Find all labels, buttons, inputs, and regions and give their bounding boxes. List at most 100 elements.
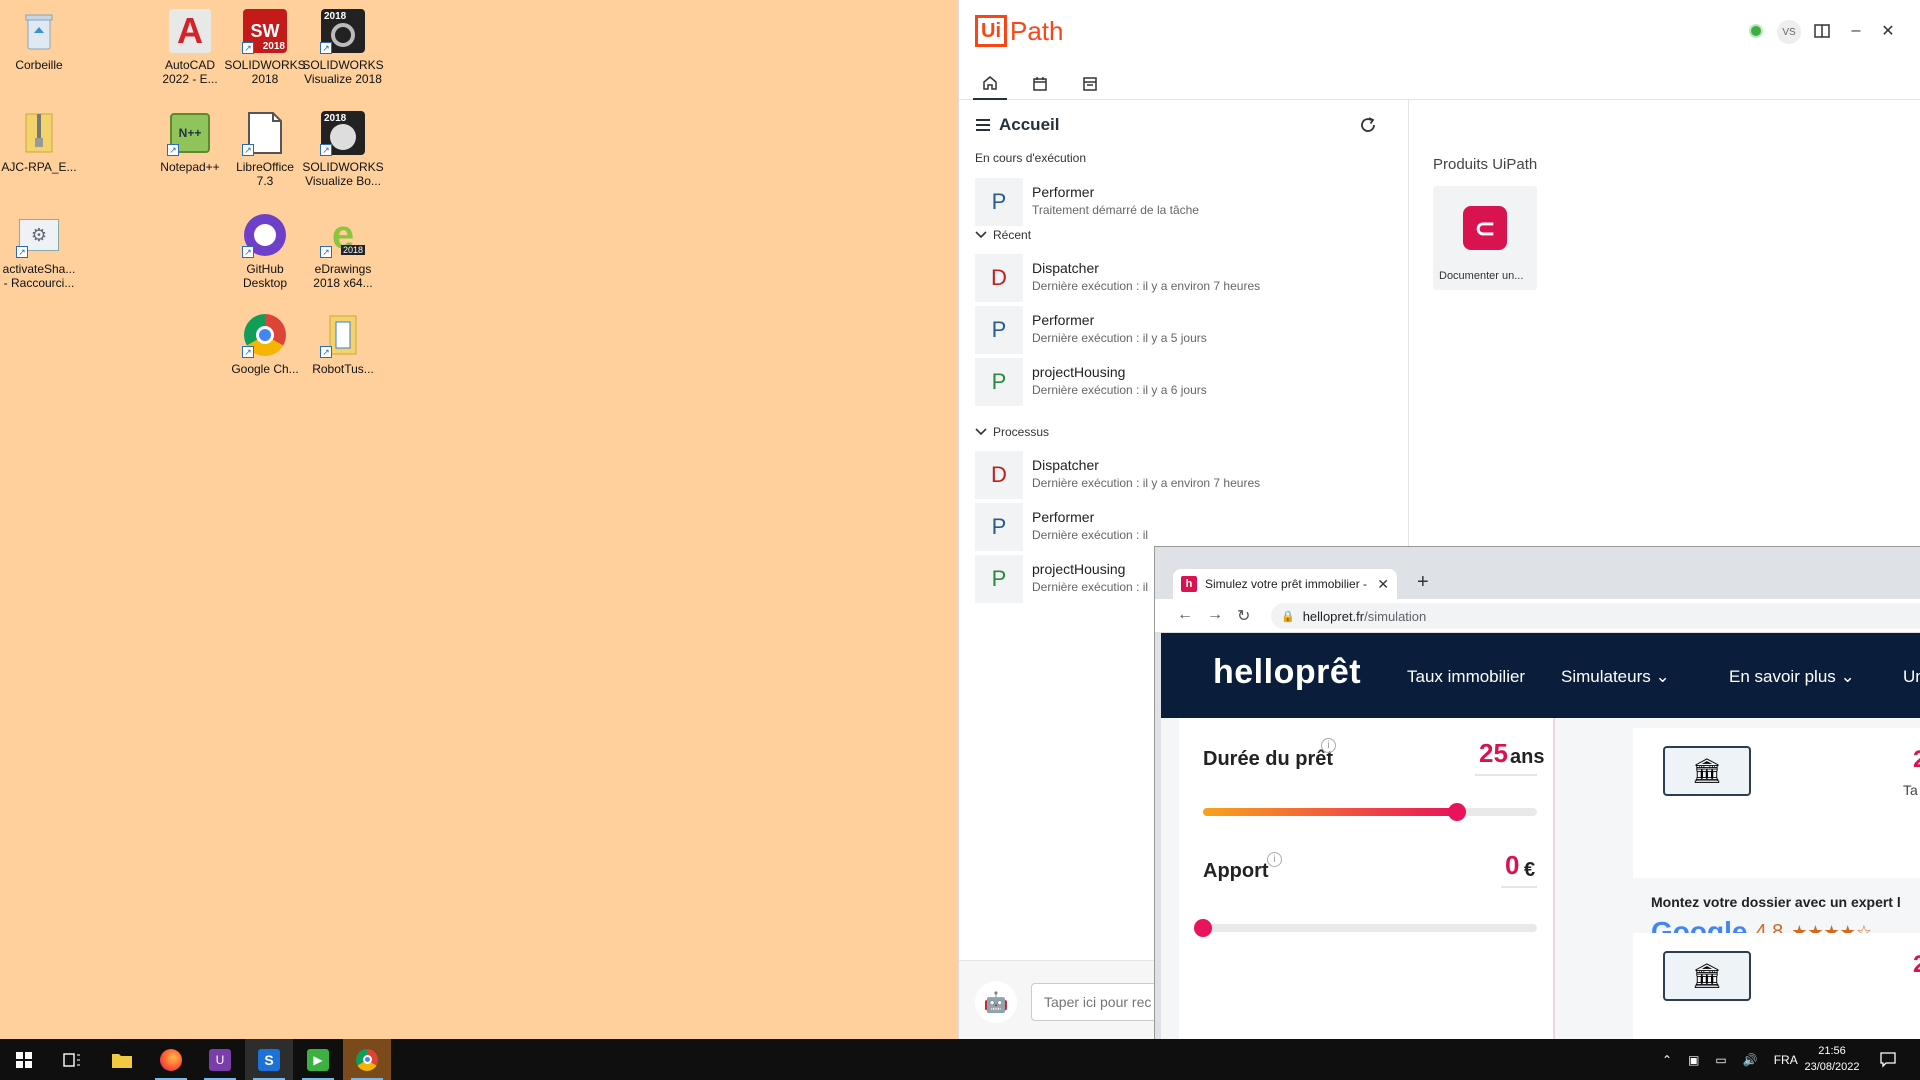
- taskbar-chrome[interactable]: [343, 1039, 391, 1080]
- close-button[interactable]: ✕: [1877, 20, 1899, 42]
- bot-avatar-icon[interactable]: 🤖: [975, 981, 1017, 1023]
- year-badge: 2018: [324, 113, 347, 124]
- taskbar-robot-app[interactable]: ▶: [294, 1039, 342, 1080]
- task-view-button[interactable]: [48, 1039, 96, 1080]
- network-icon[interactable]: ▭: [1715, 1053, 1726, 1067]
- duration-slider[interactable]: [1203, 803, 1537, 821]
- firefox-icon: [160, 1048, 182, 1071]
- address-bar[interactable]: 🔒 hellopret.fr/simulation: [1271, 603, 1920, 629]
- desktop-icon-recycle-bin[interactable]: Corbeille: [0, 8, 78, 72]
- process-avatar: P: [975, 503, 1023, 551]
- desktop-icon-libreoffice[interactable]: ↗ LibreOffice 7.3: [226, 110, 304, 188]
- product-card[interactable]: ⊂ Documenter un...: [1433, 186, 1537, 290]
- nav-link-label: Simulateurs: [1561, 667, 1651, 686]
- nav-link-en-savoir-plus[interactable]: En savoir plus ⌄: [1729, 667, 1855, 687]
- nav-link-uni[interactable]: Uni: [1903, 667, 1920, 687]
- info-icon[interactable]: i: [1321, 738, 1336, 753]
- taskbar: U S ▶ ⌃ ▣ ▭ 🔊 FRA 21:56 23/08/2022: [0, 1039, 1920, 1080]
- desktop-icon-autocad[interactable]: A AutoCAD 2022 - E...: [151, 8, 229, 86]
- bank-offer-card[interactable]: 🏛 2 Ta: [1633, 728, 1920, 878]
- url-path: /simulation: [1364, 608, 1427, 624]
- dock-layout-button[interactable]: [1811, 20, 1833, 42]
- hamburger-menu-button[interactable]: [975, 118, 991, 137]
- nav-link-taux[interactable]: Taux immobilier: [1407, 667, 1525, 687]
- desktop-icon-activatesha[interactable]: ⚙ ↗ activateSha... - Raccourci...: [0, 212, 78, 290]
- edrawings-icon: e 2018 ↗: [320, 212, 366, 258]
- user-avatar[interactable]: VS: [1777, 20, 1801, 44]
- taskbar-firefox[interactable]: [147, 1039, 195, 1080]
- tab-calendar[interactable]: [1023, 68, 1057, 100]
- chrome-icon: ↗: [242, 312, 288, 358]
- desktop-icon-sw-visualize-boost[interactable]: 2018 ↗ SOLIDWORKS Visualize Bo...: [302, 110, 384, 188]
- notifications-button[interactable]: [1864, 1039, 1912, 1080]
- value-underline: [1501, 886, 1537, 888]
- desktop: Corbeille A AutoCAD 2022 - E... SW 2018 …: [0, 0, 958, 1039]
- desktop-icon-robottus[interactable]: ↗ RobotTus...: [304, 312, 382, 376]
- minimize-button[interactable]: –: [1845, 20, 1867, 42]
- list-item[interactable]: P projectHousing Dernière exécution : il…: [975, 358, 1395, 406]
- desktop-icon-edrawings[interactable]: e 2018 ↗ eDrawings 2018 x64...: [304, 212, 382, 291]
- desktop-icon-notepadpp[interactable]: N++ ↗ Notepad++: [151, 110, 229, 174]
- start-button[interactable]: [0, 1039, 48, 1080]
- new-tab-button[interactable]: +: [1417, 571, 1429, 594]
- desktop-icon-ajc-rpa[interactable]: AJC-RPA_E...: [0, 110, 78, 174]
- tab-home[interactable]: [973, 68, 1007, 100]
- connection-status-icon[interactable]: [1749, 24, 1763, 38]
- apport-unit: €: [1524, 859, 1536, 881]
- desktop-icon-label: SOLIDWORKS Visualize Bo...: [302, 160, 384, 188]
- process-name: Performer: [1032, 312, 1095, 328]
- list-item[interactable]: P Performer Traitement démarré de la tâc…: [975, 178, 1395, 226]
- clock[interactable]: 21:56 23/08/2022: [1800, 1043, 1864, 1075]
- taskbar-uipath-studio[interactable]: U: [196, 1039, 244, 1080]
- store-icon: [1083, 77, 1097, 91]
- desktop-icon-label: eDrawings 2018 x64...: [313, 262, 373, 290]
- meet-now-icon[interactable]: ▣: [1688, 1053, 1699, 1067]
- back-arrow-icon[interactable]: ←: [1177, 606, 1193, 624]
- hellopret-logo[interactable]: helloprêt: [1213, 653, 1361, 692]
- apport-slider-thumb[interactable]: [1194, 919, 1212, 937]
- offer-number: 2: [1913, 951, 1920, 979]
- desktop-icon-solidworks[interactable]: SW 2018 ↗ SOLIDWORKS 2018: [224, 8, 306, 86]
- duration-slider-thumb[interactable]: [1447, 803, 1466, 821]
- menu-icon: [976, 119, 990, 131]
- close-tab-icon[interactable]: ✕: [1377, 576, 1389, 593]
- duration-unit: ans: [1510, 746, 1545, 768]
- apport-value[interactable]: 0: [1505, 850, 1519, 881]
- zip-folder-icon: [16, 110, 62, 156]
- language-indicator[interactable]: FRA: [1774, 1053, 1798, 1067]
- nav-link-simulateurs[interactable]: Simulateurs ⌄: [1561, 667, 1670, 687]
- taskbar-uipath-assistant[interactable]: S: [245, 1039, 293, 1080]
- volume-icon[interactable]: 🔊: [1743, 1053, 1758, 1067]
- processes-group-label: Processus: [993, 425, 1050, 439]
- recent-group-label: Récent: [993, 228, 1032, 242]
- processes-group-toggle[interactable]: Processus: [975, 425, 1049, 439]
- taskbar-file-explorer[interactable]: [98, 1039, 146, 1080]
- notification-icon: [1880, 1051, 1896, 1068]
- desktop-icon-label: SOLIDWORKS Visualize 2018: [302, 58, 384, 86]
- refresh-button[interactable]: [1359, 116, 1377, 139]
- shortcut-arrow-icon: ↗: [320, 144, 332, 156]
- recent-group-toggle[interactable]: Récent: [975, 228, 1031, 242]
- desktop-icon-google-chrome[interactable]: ↗ Google Ch...: [226, 312, 304, 376]
- desktop-icon-github-desktop[interactable]: ↗ GitHub Desktop: [226, 212, 304, 290]
- list-item[interactable]: P Performer Dernière exécution : il: [975, 503, 1395, 551]
- reload-icon[interactable]: ↻: [1237, 606, 1250, 626]
- chevron-up-icon[interactable]: ⌃: [1662, 1053, 1672, 1067]
- duration-value[interactable]: 25: [1479, 738, 1508, 769]
- list-item[interactable]: P Performer Dernière exécution : il y a …: [975, 306, 1395, 354]
- uipath-assistant-icon: S: [258, 1048, 280, 1071]
- list-item[interactable]: D Dispatcher Dernière exécution : il y a…: [975, 451, 1395, 499]
- desktop-icon-sw-visualize[interactable]: 2018 ↗ SOLIDWORKS Visualize 2018: [302, 8, 384, 86]
- lock-icon: 🔒: [1281, 610, 1295, 623]
- forward-arrow-icon[interactable]: →: [1207, 606, 1223, 624]
- chevron-down-icon: [975, 231, 987, 239]
- process-avatar: D: [975, 254, 1023, 302]
- chrome-icon: [356, 1048, 378, 1071]
- apport-slider[interactable]: [1194, 919, 1537, 937]
- info-icon[interactable]: i: [1267, 852, 1282, 867]
- list-item[interactable]: D Dispatcher Dernière exécution : il y a…: [975, 254, 1395, 302]
- bank-offer-card[interactable]: 🏛 2: [1633, 933, 1920, 1039]
- browser-tab[interactable]: h Simulez votre prêt immobilier - S ✕: [1173, 569, 1397, 599]
- windows-icon: [16, 1051, 32, 1068]
- tab-marketplace[interactable]: [1073, 68, 1107, 100]
